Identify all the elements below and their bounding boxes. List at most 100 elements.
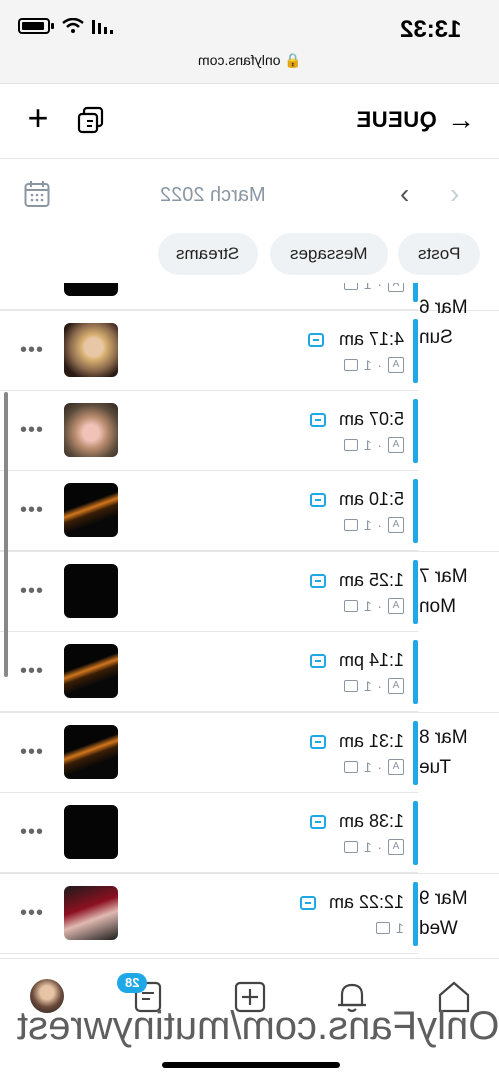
post-thumbnail[interactable]	[64, 403, 118, 457]
entry-time: 1:38 am	[338, 811, 404, 831]
entry-count: 1	[363, 759, 372, 775]
media-icon	[343, 680, 358, 692]
entry-meta: 1 · A	[343, 283, 404, 292]
text-icon: A	[388, 598, 404, 614]
post-thumbnail[interactable]	[64, 725, 118, 779]
image-icon	[376, 922, 391, 934]
timeline-bar	[413, 801, 418, 865]
month-label: March 2022	[160, 184, 266, 206]
entry-time: 1:31 am	[338, 731, 404, 751]
message-icon	[310, 413, 326, 427]
post-thumbnail[interactable]	[64, 805, 118, 859]
list-item[interactable]: 4:17 am 1 · A •••	[0, 311, 418, 391]
timeline-bar	[413, 882, 418, 946]
entry-time: 4:17 am	[338, 329, 404, 349]
text-icon: A	[388, 678, 404, 694]
entry-meta: 1	[376, 920, 404, 936]
timeline-bar	[413, 640, 418, 704]
add-post-icon[interactable]	[230, 977, 270, 1017]
list-item[interactable]: 12:22 am 1 •••	[0, 874, 418, 954]
url-text: onlyfans.com	[197, 52, 281, 68]
url-bar[interactable]: 🔒 onlyfans.com	[0, 52, 499, 69]
filter-posts[interactable]: Posts	[398, 233, 480, 275]
entry-count: 1	[396, 920, 404, 936]
day-weekday: Sun	[419, 327, 453, 348]
post-thumbnail[interactable]	[64, 323, 118, 377]
media-icon	[343, 761, 358, 773]
list-item[interactable]: 1:31 am 1 · A •••	[0, 713, 418, 793]
entry-meta: 1 · A	[343, 759, 404, 775]
list-item[interactable]: 1 · A	[0, 283, 418, 310]
text-icon: A	[388, 437, 404, 453]
filter-streams[interactable]: Streams	[158, 233, 258, 275]
more-options-icon[interactable]: •••	[20, 902, 44, 925]
timeline-bar	[413, 319, 418, 383]
list-item[interactable]: 1:38 am 1 · A •••	[0, 793, 418, 873]
list-item[interactable]: 5:10 am 1 · A •••	[0, 471, 418, 551]
timeline-bar	[413, 721, 418, 785]
message-icon	[310, 574, 326, 588]
message-icon	[310, 654, 326, 668]
more-options-icon[interactable]: •••	[20, 419, 44, 442]
queue-badge-count: 28	[124, 975, 140, 990]
home-indicator[interactable]	[162, 1062, 340, 1068]
signal-icon	[92, 20, 113, 34]
entry-count: 1	[363, 283, 372, 292]
queue-timeline[interactable]: 1 · A Mar 6 Sun 4:17 am 1 · A ••• 5:07 am 1 ·…	[0, 283, 499, 958]
day-date: Mar 7	[419, 566, 468, 587]
arrow-left-icon[interactable]: →	[447, 106, 475, 134]
timeline-bar	[413, 399, 418, 463]
scrollbar[interactable]	[4, 392, 8, 677]
entry-count: 1	[363, 839, 372, 855]
filter-posts-label: Posts	[417, 244, 461, 263]
entry-count: 1	[363, 678, 372, 694]
post-thumbnail[interactable]	[64, 886, 118, 940]
entry-meta: 1 · A	[343, 517, 404, 533]
entry-meta: 1 · A	[343, 678, 404, 694]
media-icon	[343, 841, 358, 853]
entry-count: 1	[363, 598, 372, 614]
day-weekday: Mon	[419, 596, 456, 617]
plus-icon[interactable]: +	[22, 100, 54, 138]
more-options-icon[interactable]: •••	[20, 580, 44, 603]
media-icon	[343, 600, 358, 612]
entry-time: 12:22 am	[328, 892, 404, 912]
more-options-icon[interactable]: •••	[20, 499, 44, 522]
home-icon[interactable]	[434, 977, 474, 1017]
message-icon	[310, 493, 326, 507]
day-weekday: Wed	[419, 918, 458, 939]
text-icon: A	[388, 839, 404, 855]
battery-icon	[18, 18, 50, 34]
filter-messages[interactable]: Messages	[270, 233, 388, 275]
more-options-icon[interactable]: •••	[20, 339, 44, 362]
post-thumbnail[interactable]	[64, 483, 118, 537]
entry-meta: 1 · A	[343, 437, 404, 453]
queue-badge: 28	[117, 973, 147, 993]
status-icons	[18, 18, 114, 34]
message-icon	[308, 333, 324, 347]
bell-icon[interactable]	[332, 977, 372, 1017]
list-item[interactable]: 1:25 am 1 · A •••	[0, 552, 418, 632]
chevron-next-icon[interactable]: ‹	[400, 178, 409, 210]
calendar-icon[interactable]	[24, 180, 50, 208]
more-options-icon[interactable]: •••	[20, 741, 44, 764]
page-title-text: QUEUE	[356, 107, 437, 132]
avatar[interactable]	[30, 979, 64, 1013]
queue-list-icon[interactable]	[76, 106, 106, 136]
entry-count: 1	[363, 357, 372, 373]
more-options-icon[interactable]: •••	[20, 660, 44, 683]
list-item[interactable]: 1:14 pm 1 · A •••	[0, 632, 418, 712]
post-thumbnail[interactable]	[64, 644, 118, 698]
more-options-icon[interactable]: •••	[20, 821, 44, 844]
entry-time: 5:07 am	[338, 409, 404, 429]
status-bar: 13:32 🔒 onlyfans.com	[0, 0, 499, 84]
post-thumbnail[interactable]	[64, 283, 118, 296]
chevron-prev-icon[interactable]: ›	[450, 178, 459, 210]
message-icon	[300, 896, 316, 910]
timeline-bar	[413, 479, 418, 543]
day-date: Mar 6	[419, 297, 468, 318]
day-label: Mar 7 Mon	[419, 562, 481, 622]
entry-time: 1:25 am	[338, 570, 404, 590]
post-thumbnail[interactable]	[64, 564, 118, 618]
list-item[interactable]: 5:07 am 1 · A •••	[0, 391, 418, 471]
